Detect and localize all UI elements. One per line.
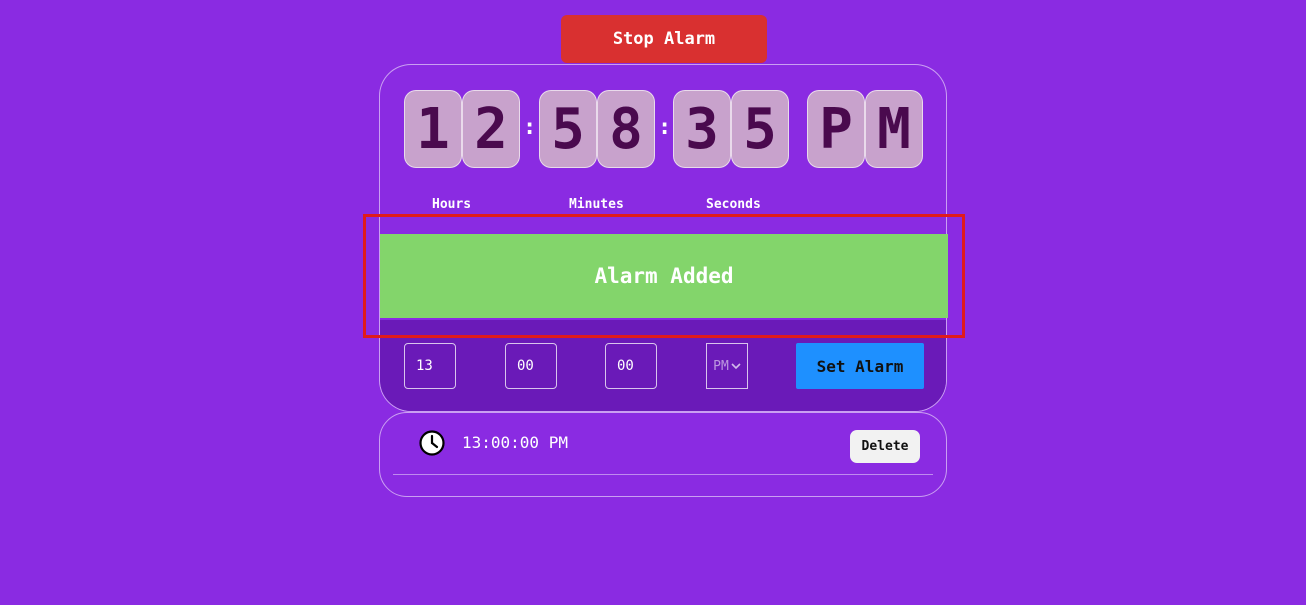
minute-digit-ones: 8 xyxy=(597,90,655,168)
hour-minute-separator: : xyxy=(523,115,537,140)
minute-input[interactable]: 00 xyxy=(505,343,557,389)
chevron-down-icon xyxy=(731,363,741,370)
hour-input[interactable]: 13 xyxy=(404,343,456,389)
clock-icon xyxy=(419,430,445,456)
delete-alarm-button[interactable]: Delete xyxy=(850,430,920,463)
alarm-time: 13:00:00 PM xyxy=(462,433,568,452)
minutes-label: Minutes xyxy=(569,197,624,212)
meridiem-letter-first: P xyxy=(807,90,865,168)
set-alarm-button[interactable]: Set Alarm xyxy=(796,343,924,389)
meridiem-letter-second: M xyxy=(865,90,923,168)
minute-digit-tens: 5 xyxy=(539,90,597,168)
meridiem-select[interactable]: PM xyxy=(706,343,748,389)
minute-second-separator: : xyxy=(658,115,672,140)
second-digit-tens: 3 xyxy=(673,90,731,168)
seconds-label: Seconds xyxy=(706,197,761,212)
hour-digit-ones: 2 xyxy=(462,90,520,168)
stop-alarm-button[interactable]: Stop Alarm xyxy=(561,15,767,63)
second-digit-ones: 5 xyxy=(731,90,789,168)
second-input[interactable]: 00 xyxy=(605,343,657,389)
highlight-box xyxy=(363,214,965,338)
hours-label: Hours xyxy=(432,197,472,212)
meridiem-select-value: PM xyxy=(713,358,729,374)
hour-digit-tens: 1 xyxy=(404,90,462,168)
alarm-list: 13:00:00 PM Delete xyxy=(379,412,947,497)
alarm-list-item: 13:00:00 PM Delete xyxy=(393,413,933,475)
